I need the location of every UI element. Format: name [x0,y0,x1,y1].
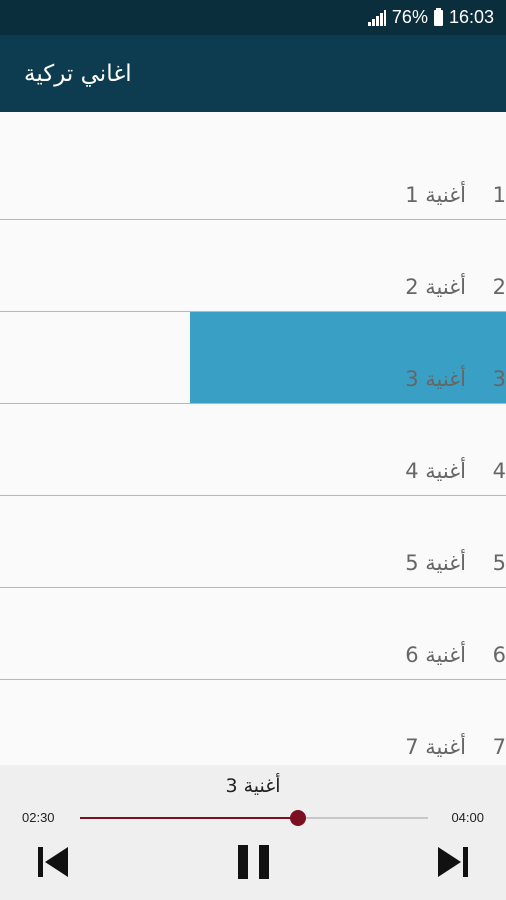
now-playing-title: أغنية 3 [225,775,281,797]
player-bar: أغنية 3 02:30 04:00 [0,765,506,900]
next-button[interactable] [434,843,472,881]
seek-thumb[interactable] [289,810,306,826]
song-name: أغنية 2 [405,275,466,299]
pause-button[interactable] [236,843,272,881]
song-name: أغنية 5 [405,551,466,575]
song-row-selected[interactable]: أغنية 3 3 [0,312,506,404]
song-list[interactable]: أغنية 1 1 أغنية 2 2 أغنية 3 3 أغنية 4 4 … [0,112,506,765]
song-name: أغنية 4 [405,459,466,483]
status-bar: 76% 16:03 [0,0,506,35]
song-number: 5 [492,551,506,575]
song-number: 6 [492,643,506,667]
seek-bar[interactable] [80,810,428,826]
song-number: 2 [492,275,506,299]
seek-progress [80,817,298,819]
skip-previous-icon [38,847,68,877]
song-row[interactable]: أغنية 5 5 [0,496,506,588]
song-number: 7 [492,735,506,759]
song-row[interactable]: أغنية 4 4 [0,404,506,496]
clock: 16:03 [448,7,494,27]
song-row[interactable]: أغنية 2 2 [0,220,506,312]
pause-icon [238,845,269,879]
elapsed-time: 02:30 [22,810,55,825]
battery-percent: 76% [391,7,428,27]
song-name: أغنية 6 [405,643,466,667]
song-number: 1 [492,183,506,207]
app-title: اغاني تركية [24,60,132,87]
skip-next-icon [438,847,468,877]
song-name: أغنية 3 [405,367,466,391]
app-bar: اغاني تركية [0,35,506,112]
signal-icon [367,9,386,26]
total-duration: 04:00 [451,810,484,825]
song-row[interactable]: أغنية 7 7 [0,680,506,765]
previous-button[interactable] [34,843,72,881]
song-number: 4 [492,459,506,483]
battery-icon [433,7,443,26]
song-name: أغنية 7 [405,735,466,759]
song-number: 3 [492,367,506,391]
song-row[interactable]: أغنية 6 6 [0,588,506,680]
song-name: أغنية 1 [405,183,466,207]
song-row[interactable]: أغنية 1 1 [0,128,506,220]
